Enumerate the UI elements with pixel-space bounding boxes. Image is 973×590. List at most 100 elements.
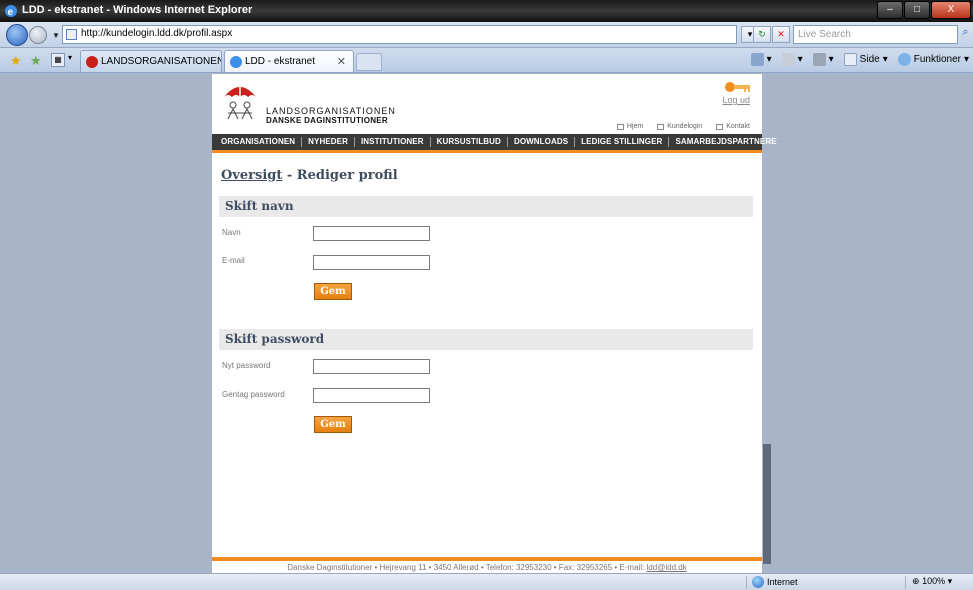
name-input[interactable]: [313, 226, 430, 241]
status-divider: [905, 576, 906, 589]
search-input[interactable]: Live Search: [793, 25, 958, 44]
window-title: LDD - ekstranet - Windows Internet Explo…: [22, 4, 253, 16]
tab-toolbar: ★ ★ ▦ ▾ LANDSORGANISATIONEN DA... LDD - …: [0, 48, 973, 73]
breadcrumb-current: - Rediger profil: [282, 168, 398, 183]
page-icon: [66, 29, 77, 40]
logout-link[interactable]: Log ud: [722, 95, 750, 105]
new-tab-button[interactable]: [356, 53, 382, 71]
umbrella-logo-icon[interactable]: [222, 81, 258, 123]
favorites-star-icon[interactable]: ★: [10, 53, 22, 69]
home-icon: [750, 53, 764, 66]
zoom-level: 100%: [922, 576, 946, 586]
globe-icon: [752, 576, 764, 588]
page-icon: [843, 53, 857, 66]
save-password-button[interactable]: Gem: [314, 416, 352, 433]
zoom-icon: ⊕: [912, 576, 920, 586]
breadcrumb-overview-link[interactable]: Oversigt: [221, 168, 282, 183]
add-favorites-icon[interactable]: ★: [30, 53, 42, 69]
site-header: LANDSORGANISATIONEN DANSKE DAGINSTITUTIO…: [212, 74, 762, 134]
back-button[interactable]: [6, 24, 28, 46]
tab-list-dropdown-icon[interactable]: ▾: [68, 53, 78, 67]
kundelogin-link-label: Kundelogin: [667, 123, 703, 130]
svg-text:e: e: [8, 7, 14, 18]
tab-label: LANDSORGANISATIONEN DA...: [101, 56, 222, 67]
search-icon[interactable]: ⌕: [958, 26, 973, 43]
address-url: http://kundelogin.ldd.dk/profil.aspx: [81, 28, 233, 39]
forward-button[interactable]: [29, 26, 47, 44]
print-button[interactable]: ▾: [812, 53, 834, 66]
umbrella-favicon-icon: [86, 56, 98, 68]
tools-menu-label: Funktioner: [913, 54, 961, 65]
vertical-credit-strip: [763, 444, 771, 564]
tab-landsorganisationen[interactable]: LANDSORGANISATIONEN DA...: [80, 50, 222, 72]
quick-tabs-icon[interactable]: ▦: [51, 53, 65, 67]
security-zone[interactable]: Internet: [752, 576, 798, 588]
envelope-icon: [716, 123, 724, 130]
zone-label: Internet: [767, 577, 798, 587]
kontakt-link-label: Kontakt: [726, 123, 750, 130]
nav-ledige-stillinger[interactable]: LEDIGE STILLINGER: [575, 137, 670, 147]
address-toolbar: ▼ http://kundelogin.ldd.dk/profil.aspx ▾…: [0, 22, 973, 48]
nav-samarbejdspartnere[interactable]: SAMARBEJDSPARTNERE: [669, 137, 782, 147]
top-links: Hjem Kundelogin Kontakt: [616, 123, 750, 130]
section-change-name-title: Skift navn: [219, 196, 753, 217]
status-bar: Internet ⊕ 100% ▾: [0, 573, 973, 590]
page-menu[interactable]: Side ▾: [843, 53, 888, 66]
page-menu-label: Side: [859, 54, 880, 65]
breadcrumb: Oversigt - Rediger profil: [221, 168, 398, 183]
gear-icon: [897, 53, 911, 66]
new-password-input[interactable]: [313, 359, 430, 374]
org-name-line1: LANDSORGANISATIONEN: [266, 106, 396, 116]
address-bar[interactable]: http://kundelogin.ldd.dk/profil.aspx: [62, 25, 737, 44]
history-dropdown-icon[interactable]: ▼: [52, 31, 60, 40]
zoom-control[interactable]: ⊕ 100% ▾: [912, 576, 952, 587]
main-nav: ORGANISATIONEN NYHEDER INSTITUTIONER KUR…: [212, 134, 777, 153]
nav-downloads[interactable]: DOWNLOADS: [508, 137, 576, 147]
email-input[interactable]: [313, 255, 430, 270]
ie-logo-icon: e: [5, 5, 17, 18]
maximize-button[interactable]: □: [904, 1, 930, 19]
nav-organisationen[interactable]: ORGANISATIONEN: [215, 137, 303, 147]
name-label: Navn: [222, 228, 241, 237]
nav-kursustilbud[interactable]: KURSUSTILBUD: [431, 137, 508, 147]
browser-viewport: LANDSORGANISATIONEN DANSKE DAGINSTITUTIO…: [0, 74, 973, 579]
close-button[interactable]: X: [931, 1, 971, 19]
command-bar: ▾ ▾ ▾ Side ▾ Funktioner ▾: [750, 53, 969, 66]
house-icon: [616, 123, 624, 130]
ie-favicon-icon: [230, 56, 242, 68]
org-name-line2: DANSKE DAGINSTITUTIONER: [266, 116, 389, 125]
arrow-icon: [657, 123, 665, 130]
tab-label: LDD - ekstranet: [245, 56, 316, 67]
status-divider: [746, 576, 747, 589]
tab-ldd-ekstranet[interactable]: LDD - ekstranet ✕: [224, 50, 354, 72]
repeat-password-input[interactable]: [313, 388, 430, 403]
window-titlebar: e LDD - ekstranet - Windows Internet Exp…: [0, 0, 973, 22]
window-controls: – □ X: [876, 1, 971, 19]
home-button[interactable]: ▾: [750, 53, 772, 66]
nav-nyheder[interactable]: NYHEDER: [302, 137, 355, 147]
stop-icon[interactable]: ✕: [772, 26, 790, 43]
site-footer: Danske Daginstitutioner • Hejrevang 11 •…: [212, 563, 762, 572]
new-password-label: Nyt password: [222, 361, 271, 370]
tab-close-icon[interactable]: ✕: [337, 55, 346, 68]
refresh-icon[interactable]: ↻: [753, 26, 771, 43]
kundelogin-link[interactable]: Kundelogin: [657, 123, 702, 130]
minimize-button[interactable]: –: [877, 1, 903, 19]
section-change-password-title: Skift password: [219, 329, 753, 350]
kontakt-link[interactable]: Kontakt: [716, 123, 750, 130]
save-name-button[interactable]: Gem: [314, 283, 352, 300]
home-link-label: Hjem: [626, 123, 644, 130]
key-icon: [725, 82, 750, 92]
feeds-icon: [781, 53, 795, 66]
email-label: E-mail: [222, 256, 245, 265]
printer-icon: [812, 53, 826, 66]
tools-menu[interactable]: Funktioner ▾: [897, 53, 969, 66]
footer-accent-bar: [212, 557, 762, 561]
feeds-button[interactable]: ▾: [781, 53, 803, 66]
footer-email-link[interactable]: ldd@ldd.dk: [647, 563, 687, 572]
home-link[interactable]: Hjem: [616, 123, 644, 130]
page-container: LANDSORGANISATIONEN DANSKE DAGINSTITUTIO…: [212, 74, 777, 579]
footer-text: Danske Daginstitutioner • Hejrevang 11 •…: [287, 563, 647, 572]
repeat-password-label: Gentag password: [222, 390, 285, 399]
nav-institutioner[interactable]: INSTITUTIONER: [355, 137, 431, 147]
